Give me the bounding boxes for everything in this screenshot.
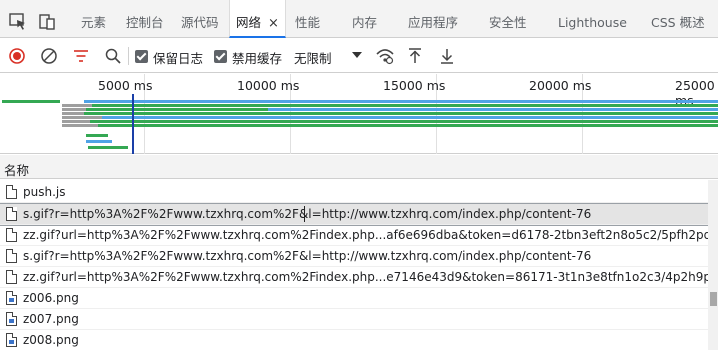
file-icon [6, 249, 17, 263]
text-cursor [304, 206, 305, 222]
file-icon [6, 270, 17, 284]
file-icon [6, 228, 17, 242]
waterfall-bar [2, 100, 60, 103]
tab-performance[interactable]: 性能 [295, 0, 320, 38]
file-icon [6, 185, 17, 199]
waterfall-bar [92, 104, 718, 107]
close-tab-icon[interactable]: × [268, 16, 279, 31]
table-row[interactable]: push.js [0, 182, 708, 203]
table-row[interactable]: s.gif?r=http%3A%2F%2Fwww.tzxhrq.com%2F&l… [0, 246, 708, 267]
filter-icon[interactable] [72, 47, 90, 68]
clear-icon[interactable] [40, 47, 58, 68]
table-row[interactable]: s.gif?r=http%3A%2F%2Fwww.tzxhrq.com%2F&l… [0, 203, 709, 226]
table-row[interactable]: zz.gif?url=http%3A%2F%2Fwww.tzxhrq.com%2… [0, 267, 718, 288]
disable-cache-checkbox[interactable] [214, 50, 227, 63]
table-row[interactable]: z007.png [0, 309, 708, 330]
tab-memory[interactable]: 内存 [352, 0, 377, 38]
tab-css-overview[interactable]: CSS 概述 [651, 0, 705, 38]
request-name: zz.gif?url=http%3A%2F%2Fwww.tzxhrq.com%2… [23, 228, 718, 242]
network-toolbar: 保留日志 禁用缓存 无限制 [0, 39, 718, 73]
import-har-icon[interactable] [407, 47, 423, 68]
chevron-down-icon [352, 52, 362, 58]
request-name: z006.png [23, 291, 79, 305]
waterfall-bar [84, 100, 718, 103]
tab-network-label: 网络 [236, 15, 262, 30]
waterfall-bar [102, 116, 718, 119]
devtools-tabbar: 元素 控制台 源代码 网络 × 性能 内存 应用程序 安全性 Lighthouse… [0, 0, 718, 38]
image-file-icon [6, 291, 17, 305]
file-icon [6, 207, 17, 221]
waterfall-bar [62, 104, 92, 107]
waterfall-bar [86, 134, 108, 137]
waterfall-bar [62, 112, 84, 115]
record-icon[interactable] [8, 47, 26, 68]
tab-application[interactable]: 应用程序 [408, 0, 458, 38]
requests-table-header: 名称 [0, 155, 718, 179]
tab-network[interactable]: 网络 × [229, 0, 286, 38]
device-toolbar-icon[interactable] [38, 12, 58, 32]
throttling-select[interactable]: 无限制 [290, 46, 362, 66]
request-name: s.gif?r=http%3A%2F%2Fwww.tzxhrq.com%2F&l… [23, 207, 592, 221]
waterfall-bar [62, 116, 102, 119]
timeline-overview[interactable]: 5000 ms 10000 ms 15000 ms 20000 ms 25000… [0, 74, 718, 154]
timeline-tick-label: 5000 ms [98, 78, 153, 93]
waterfall-bar [268, 108, 718, 111]
throttling-value: 无限制 [294, 51, 332, 66]
image-file-icon [6, 312, 17, 326]
network-conditions-icon[interactable] [375, 47, 395, 68]
tab-sources[interactable]: 源代码 [181, 0, 219, 38]
table-row[interactable]: z006.png [0, 288, 708, 309]
preserve-log-label[interactable]: 保留日志 [153, 48, 203, 67]
export-har-icon[interactable] [439, 47, 455, 68]
waterfall-bar [86, 108, 268, 111]
table-row[interactable]: zz.gif?url=http%3A%2F%2Fwww.tzxhrq.com%2… [0, 225, 718, 246]
request-name: zz.gif?url=http%3A%2F%2Fwww.tzxhrq.com%2… [23, 270, 718, 284]
inspect-element-icon[interactable] [8, 12, 28, 32]
request-name: z007.png [23, 312, 79, 326]
image-file-icon [6, 333, 17, 347]
waterfall-bar [62, 108, 86, 111]
request-name: push.js [23, 185, 66, 199]
scrollbar-thumb[interactable] [710, 292, 717, 306]
request-name: s.gif?r=http%3A%2F%2Fwww.tzxhrq.com%2F&l… [23, 249, 592, 263]
waterfall-bar [62, 124, 98, 127]
waterfall-bar [86, 140, 112, 143]
tab-security[interactable]: 安全性 [489, 0, 527, 38]
timeline-tick-label: 10000 ms [237, 78, 300, 93]
dom-content-loaded-marker [132, 94, 134, 154]
tab-console[interactable]: 控制台 [126, 0, 164, 38]
tab-lighthouse[interactable]: Lighthouse [558, 0, 627, 38]
disable-cache-label[interactable]: 禁用缓存 [232, 48, 282, 67]
waterfall-bar [98, 124, 718, 127]
timeline-tick-label: 15000 ms [383, 78, 446, 93]
waterfall-bar [90, 120, 718, 123]
preserve-log-checkbox[interactable] [135, 50, 148, 63]
name-column-header[interactable]: 名称 [4, 160, 29, 179]
tab-elements[interactable]: 元素 [81, 0, 106, 38]
vertical-scrollbar[interactable] [708, 180, 718, 350]
table-row[interactable]: z008.png [0, 330, 708, 350]
search-icon[interactable] [104, 47, 122, 68]
waterfall-bar [88, 146, 128, 149]
request-name: z008.png [23, 333, 79, 347]
waterfall-bar [62, 120, 90, 123]
toolbar-divider [128, 47, 129, 65]
timeline-tick-label: 20000 ms [529, 78, 592, 93]
waterfall-bar [84, 112, 718, 115]
